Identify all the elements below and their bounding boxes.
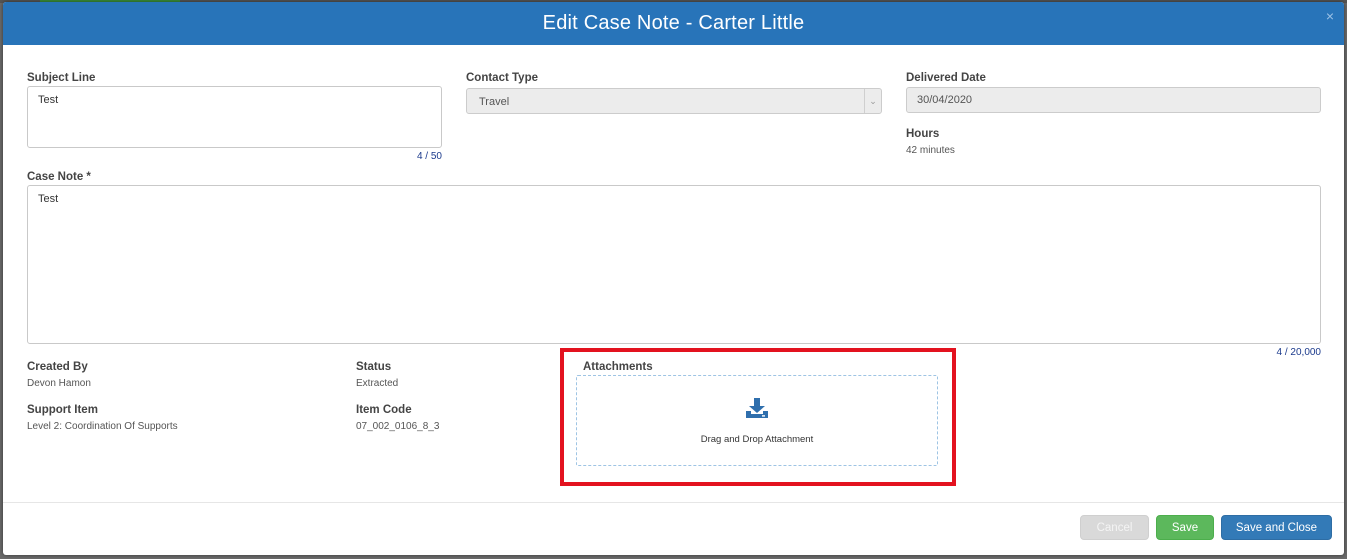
footer-divider xyxy=(3,502,1344,503)
delivered-date-label: Delivered Date xyxy=(906,72,986,84)
cancel-button[interactable]: Cancel xyxy=(1080,515,1149,540)
case-note-label: Case Note * xyxy=(27,171,91,183)
status-value: Extracted xyxy=(356,378,399,389)
save-button[interactable]: Save xyxy=(1156,515,1214,540)
subject-line-value: Test xyxy=(38,94,59,106)
modal-header: Edit Case Note - Carter Little × xyxy=(3,2,1344,45)
dropzone-text: Drag and Drop Attachment xyxy=(700,433,814,445)
download-tray-icon xyxy=(745,397,769,424)
delivered-date-value: 30/04/2020 xyxy=(917,94,973,106)
case-note-textarea[interactable]: Test xyxy=(27,185,1321,344)
attachments-label: Attachments xyxy=(583,361,653,373)
support-item-value: Level 2: Coordination Of Supports xyxy=(27,421,178,432)
close-icon[interactable]: × xyxy=(1326,8,1334,24)
case-note-counter: 4 / 20,000 xyxy=(1276,347,1321,358)
edit-case-note-modal: Edit Case Note - Carter Little × Subject… xyxy=(3,2,1344,555)
attachment-dropzone[interactable]: Drag and Drop Attachment xyxy=(576,375,938,466)
save-and-close-button[interactable]: Save and Close xyxy=(1221,515,1332,540)
subject-line-counter: 4 / 50 xyxy=(416,151,442,162)
chevron-down-icon: ⌄ xyxy=(864,89,881,113)
item-code-label: Item Code xyxy=(356,404,412,416)
subject-line-label: Subject Line xyxy=(27,72,96,84)
created-by-label: Created By xyxy=(27,361,88,373)
support-item-label: Support Item xyxy=(27,404,98,416)
contact-type-selected: Travel xyxy=(479,96,510,108)
item-code-value: 07_002_0106_8_3 xyxy=(356,421,440,432)
hours-label: Hours xyxy=(906,128,940,140)
status-label: Status xyxy=(356,361,392,373)
created-by-value: Devon Hamon xyxy=(27,378,91,389)
case-note-value: Test xyxy=(38,193,59,205)
contact-type-label: Contact Type xyxy=(466,72,538,84)
delivered-date-field[interactable]: 30/04/2020 xyxy=(906,87,1321,113)
hours-value: 42 minutes xyxy=(906,145,955,156)
modal-title: Edit Case Note - Carter Little xyxy=(542,12,805,34)
subject-line-input[interactable]: Test xyxy=(27,86,442,148)
contact-type-select[interactable]: Travel ⌄ xyxy=(466,88,882,114)
